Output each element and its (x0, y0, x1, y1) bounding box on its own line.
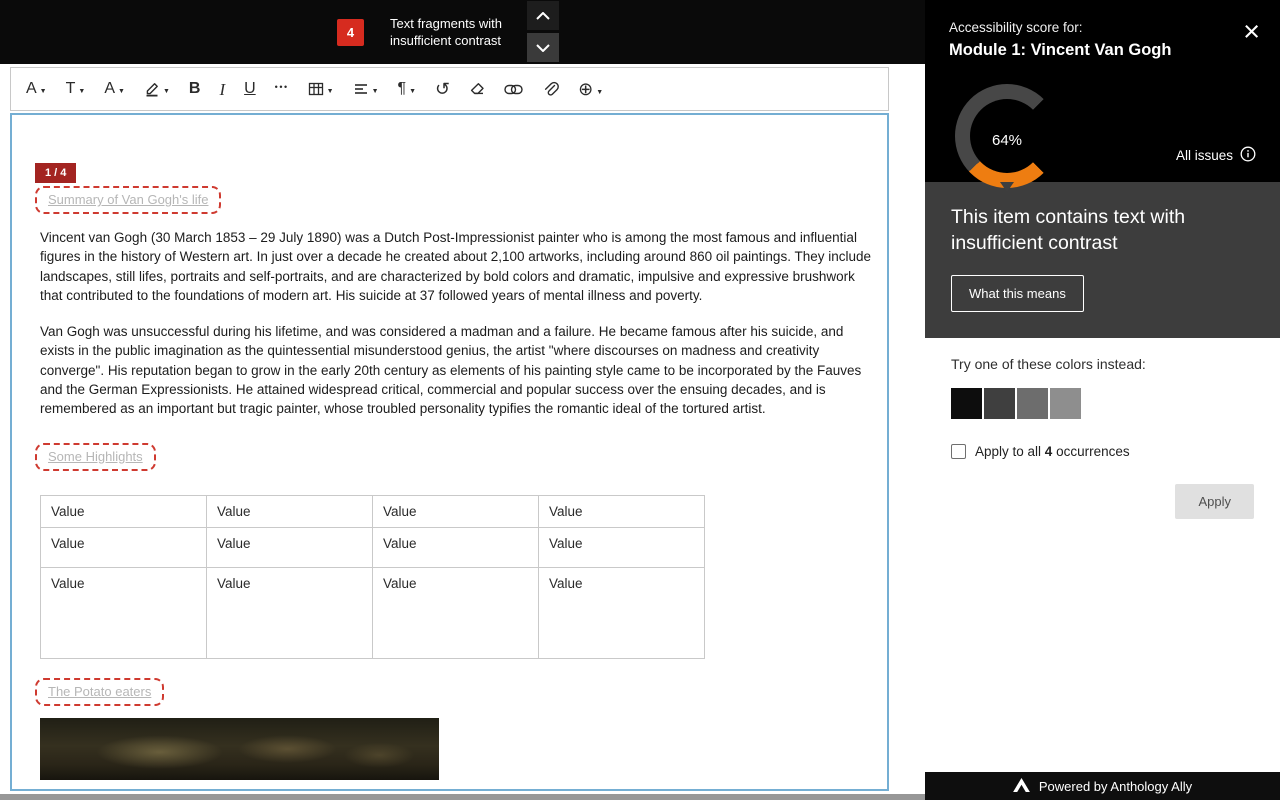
score-for-label: Accessibility score for: (949, 20, 1256, 35)
table-cell[interactable]: Value (373, 495, 539, 527)
ally-accessibility-panel: Accessibility score for: Module 1: Vince… (925, 0, 1280, 800)
chevron-down-icon: ▼ (118, 88, 125, 97)
next-issue-button[interactable] (527, 33, 559, 62)
more-formatting-button[interactable]: ••• (274, 81, 290, 98)
color-swatch-1[interactable] (951, 388, 982, 419)
previous-issue-button[interactable] (527, 1, 559, 30)
screen: 4 Text fragments with insufficient contr… (0, 0, 1280, 800)
paperclip-icon (542, 81, 559, 97)
chevron-down-icon: ▼ (596, 89, 603, 98)
eraser-icon (469, 81, 485, 97)
table-cell[interactable]: Value (41, 567, 207, 658)
apply-all-label: Apply to all 4 occurrences (975, 444, 1130, 459)
underline-button[interactable]: U (243, 79, 257, 99)
apply-all-row[interactable]: Apply to all 4 occurrences (951, 444, 1254, 459)
footer-text: Powered by Anthology Ally (1039, 779, 1192, 794)
insert-table-button[interactable]: ▼ (307, 79, 335, 99)
table-cell[interactable]: Value (207, 495, 373, 527)
table-cell[interactable]: Value (373, 527, 539, 567)
editor-toolbar: A▼ T▼ A▼ ▼ B I U ••• ▼ ▼ ¶▼ (10, 67, 889, 111)
contrast-issues-topbar: 4 Text fragments with insufficient contr… (0, 0, 925, 64)
highlighted-heading-potato-eaters[interactable]: The Potato eaters (35, 678, 164, 706)
bold-button[interactable]: B (188, 79, 202, 99)
close-button[interactable]: × (1243, 18, 1260, 47)
chevron-down-icon: ▼ (163, 88, 170, 97)
window-bottom-edge (0, 794, 925, 800)
table-cell[interactable]: Value (539, 495, 705, 527)
table-cell[interactable]: Value (41, 527, 207, 567)
highlight-pen-icon (144, 81, 160, 97)
chevron-down-icon (536, 40, 550, 55)
attach-file-button[interactable] (541, 79, 560, 99)
rich-text-editor: A▼ T▼ A▼ ▼ B I U ••• ▼ ▼ ¶▼ (10, 67, 889, 791)
clear-formatting-button[interactable] (468, 79, 486, 99)
color-swatches (951, 388, 1254, 419)
highlighted-heading-highlights[interactable]: Some Highlights (35, 443, 156, 471)
content-table: Value Value Value Value Value Value Valu… (40, 495, 705, 659)
table-row: Value Value Value Value (41, 527, 705, 567)
table-row: Value Value Value Value (41, 567, 705, 658)
highlight-color-button[interactable]: ▼ (143, 79, 171, 99)
table-cell[interactable]: Value (41, 495, 207, 527)
issue-description: This item contains text with insufficien… (951, 204, 1251, 256)
issue-message: Text fragments with insufficient contras… (390, 16, 515, 49)
color-swatch-3[interactable] (1017, 388, 1048, 419)
paragraph-format-button[interactable]: ¶▼ (397, 79, 418, 99)
panel-body: Try one of these colors instead: Apply t… (925, 338, 1280, 537)
chevron-down-icon: ▼ (409, 88, 416, 97)
table-icon (308, 81, 324, 97)
what-this-means-button[interactable]: What this means (951, 275, 1084, 312)
color-suggestion-label: Try one of these colors instead: (951, 356, 1254, 372)
insert-link-button[interactable] (503, 82, 524, 97)
table-cell[interactable]: Value (207, 567, 373, 658)
table-row: Value Value Value Value (41, 495, 705, 527)
font-size-button[interactable]: A▼ (103, 79, 126, 99)
highlighted-heading-summary[interactable]: Summary of Van Gogh's life (35, 186, 221, 214)
color-swatch-2[interactable] (984, 388, 1015, 419)
issue-count-badge: 4 (337, 19, 364, 46)
accessibility-score-gauge: 64% (955, 84, 1059, 188)
table-cell[interactable]: Value (207, 527, 373, 567)
score-value: 64% (955, 84, 1059, 188)
gauge-pointer-icon (1000, 182, 1014, 192)
info-icon (1240, 146, 1256, 165)
undo-button[interactable]: ↺ (434, 78, 451, 100)
chevron-down-icon: ▼ (78, 88, 85, 97)
body-paragraph: Vincent van Gogh (30 March 1853 – 29 Jul… (40, 228, 876, 305)
chevron-down-icon: ▼ (372, 88, 379, 97)
insert-content-button[interactable]: ⊕▼ (577, 78, 604, 100)
apply-button[interactable]: Apply (1175, 484, 1254, 519)
anthology-logo (1013, 778, 1030, 795)
body-paragraph: Van Gogh was unsuccessful during his lif… (40, 322, 876, 418)
table-cell[interactable]: Value (539, 567, 705, 658)
panel-header: Accessibility score for: Module 1: Vince… (925, 0, 1280, 182)
issue-detail-section: This item contains text with insufficien… (925, 182, 1280, 338)
ally-footer: Powered by Anthology Ally (925, 772, 1280, 800)
text-color-button[interactable]: A▼ (25, 79, 48, 99)
module-title: Module 1: Vincent Van Gogh (949, 41, 1256, 60)
chevron-up-icon (536, 8, 550, 23)
text-style-button[interactable]: T▼ (65, 79, 87, 99)
issue-navigation (527, 1, 559, 62)
table-cell[interactable]: Value (373, 567, 539, 658)
issue-position-badge: 1 / 4 (35, 163, 76, 183)
chevron-down-icon: ▼ (40, 88, 47, 97)
align-left-icon (353, 81, 369, 97)
all-issues-link[interactable]: All issues (1176, 146, 1256, 165)
apply-all-checkbox[interactable] (951, 444, 966, 459)
table-cell[interactable]: Value (539, 527, 705, 567)
italic-button[interactable]: I (218, 79, 226, 100)
link-icon (504, 84, 523, 95)
chevron-down-icon: ▼ (327, 88, 334, 97)
potato-eaters-image (40, 718, 439, 780)
align-button[interactable]: ▼ (352, 79, 380, 99)
color-swatch-4[interactable] (1050, 388, 1081, 419)
editor-content-area[interactable]: 1 / 4 Summary of Van Gogh's life Vincent… (10, 113, 889, 791)
